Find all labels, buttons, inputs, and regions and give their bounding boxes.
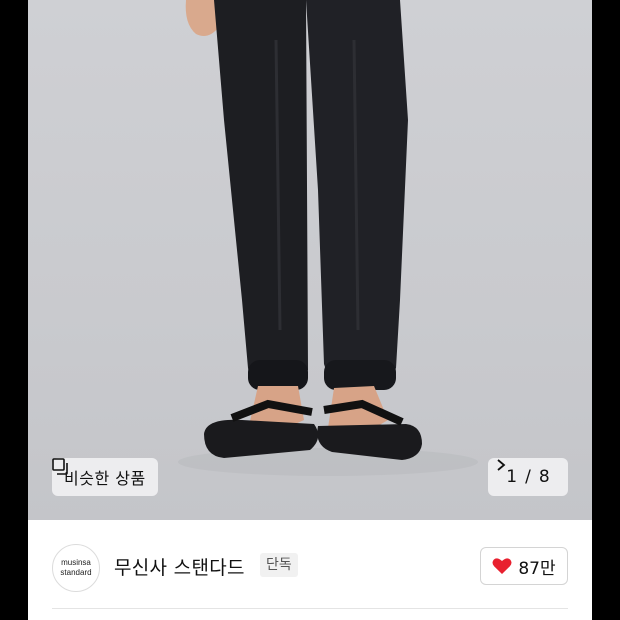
- product-image[interactable]: 비슷한 상품 1 / 8: [28, 0, 592, 520]
- heart-icon: [492, 558, 512, 574]
- brand-bar: musinsa standard 무신사 스탠다드 단독 87만: [28, 520, 592, 610]
- image-pager[interactable]: 1 / 8: [488, 458, 568, 496]
- brand-name[interactable]: 무신사 스탠다드: [114, 553, 245, 580]
- brand-logo-line2: standard: [60, 568, 92, 577]
- product-photo-illustration: [178, 0, 478, 476]
- brand-logo-line1: musinsa: [61, 558, 91, 567]
- stack-icon: [52, 458, 68, 475]
- section-divider: [52, 608, 568, 609]
- exclusive-badge: 단독: [260, 553, 298, 577]
- like-count: 87만: [518, 558, 556, 579]
- pager-current: 1: [506, 467, 518, 487]
- similar-products-label: 비슷한 상품: [64, 469, 146, 488]
- pager-separator: /: [525, 467, 531, 487]
- brand-logo[interactable]: musinsa standard: [52, 544, 100, 592]
- chevron-right-icon[interactable]: [496, 458, 506, 472]
- product-detail-screen: 비슷한 상품 1 / 8 musinsa standard 무신사 스탠다드 단…: [28, 0, 592, 620]
- similar-products-button[interactable]: 비슷한 상품: [52, 458, 158, 496]
- like-button[interactable]: 87만: [480, 547, 568, 585]
- pager-total: 8: [538, 467, 550, 487]
